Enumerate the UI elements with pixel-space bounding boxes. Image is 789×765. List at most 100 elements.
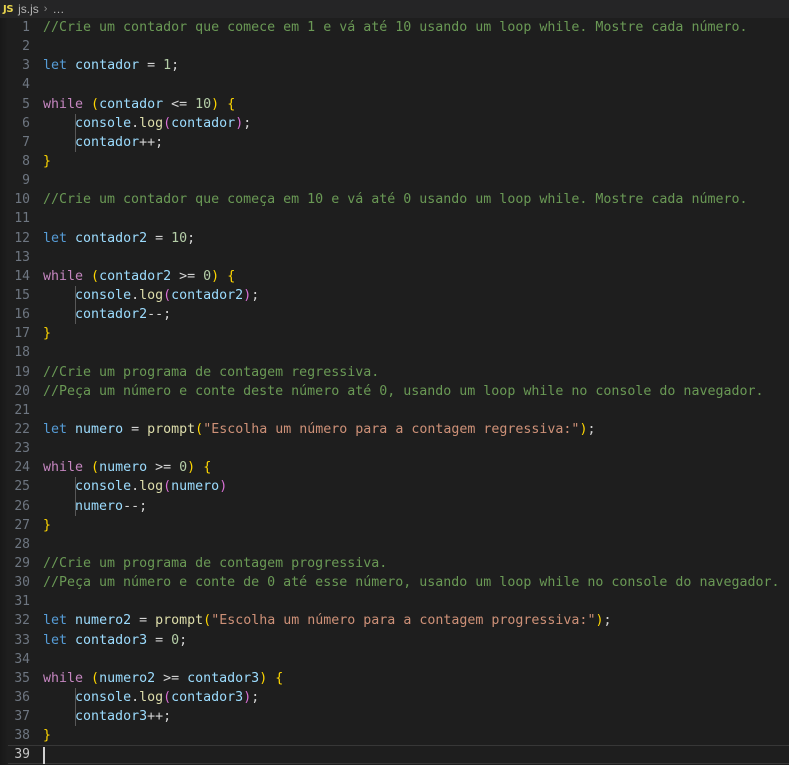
text-cursor bbox=[43, 747, 45, 765]
code-line[interactable]: 16 contador2--; bbox=[0, 305, 789, 325]
token-p1: ( bbox=[91, 96, 100, 112]
token-p1: } bbox=[43, 517, 52, 533]
token-num: 1 bbox=[163, 58, 172, 74]
code-line[interactable]: 7 contador++; bbox=[0, 132, 789, 152]
token-punc: ; bbox=[179, 632, 188, 648]
token-punc: = bbox=[131, 613, 156, 629]
code-line[interactable]: 23 bbox=[0, 439, 789, 458]
code-line[interactable]: 26 numero--; bbox=[0, 496, 789, 516]
line-number: 26 bbox=[14, 498, 30, 514]
code-line[interactable]: 39 bbox=[0, 745, 789, 765]
code-line[interactable]: 31 bbox=[0, 592, 789, 611]
code-line[interactable]: 1 //Crie um contador que comece em 1 e vá… bbox=[0, 18, 789, 37]
token-num: 0 bbox=[171, 632, 180, 648]
token-comment: //Crie um programa de contagem progressi… bbox=[43, 555, 388, 571]
breadcrumb-symbol-ellipsis[interactable]: … bbox=[52, 2, 65, 16]
token-punc bbox=[43, 116, 75, 131]
code-line[interactable]: 19 //Crie um programa de contagem regress… bbox=[0, 363, 789, 382]
code-lines-container[interactable]: 1 //Crie um contador que comece em 1 e vá… bbox=[0, 18, 789, 765]
code-line[interactable]: 30 //Peça um número e conte de 0 até esse… bbox=[0, 573, 789, 592]
code-line-content: } bbox=[43, 324, 51, 343]
code-line[interactable]: 18 bbox=[0, 343, 789, 362]
code-line[interactable]: 9 bbox=[0, 171, 789, 190]
code-line[interactable]: 4 bbox=[0, 75, 789, 94]
token-punc bbox=[219, 97, 227, 112]
token-num: 0 bbox=[179, 460, 188, 476]
code-line[interactable]: 20 //Peça um número e conte deste número … bbox=[0, 382, 789, 401]
code-line[interactable]: 27} bbox=[0, 516, 789, 535]
code-line-content: console.log(contador3); bbox=[43, 688, 259, 707]
code-line-content: let numero = prompt("Escolha um número p… bbox=[43, 420, 595, 439]
code-line[interactable]: 3 let contador = 1; bbox=[0, 56, 789, 75]
line-number: 32 bbox=[14, 613, 30, 629]
token-punc: . bbox=[131, 479, 140, 495]
code-line[interactable]: 38} bbox=[0, 726, 789, 745]
token-punc bbox=[67, 422, 75, 437]
token-punc: = bbox=[123, 421, 148, 437]
code-line[interactable]: 32 let numero2 = prompt("Escolha um númer… bbox=[0, 611, 789, 630]
line-number: 25 bbox=[14, 479, 30, 495]
code-line[interactable]: 12 let contador2 = 10; bbox=[0, 229, 789, 248]
token-var: contador bbox=[99, 96, 164, 112]
code-line[interactable]: 37 contador3++; bbox=[0, 707, 789, 727]
token-var: contador3 bbox=[75, 709, 148, 725]
token-var: numero2 bbox=[99, 670, 156, 686]
breadcrumb-file-name[interactable]: js.js bbox=[18, 2, 39, 16]
breadcrumb: JS js.js › … bbox=[0, 0, 789, 18]
code-line-content: let contador3 = 0; bbox=[43, 631, 187, 650]
line-number: 31 bbox=[14, 594, 30, 610]
token-punc bbox=[43, 709, 75, 724]
code-line[interactable]: 15 console.log(contador2); bbox=[0, 285, 789, 306]
token-str: "Escolha um número para a contagem progr… bbox=[211, 613, 596, 629]
code-line-content: while (contador2 >= 0) { bbox=[43, 267, 235, 286]
token-p1: { bbox=[227, 96, 236, 112]
token-comment: //Peça um número e conte deste número at… bbox=[43, 383, 764, 399]
code-line[interactable]: 25 console.log(numero) bbox=[0, 477, 789, 497]
token-p2: ( bbox=[163, 479, 172, 495]
code-line[interactable]: 11 bbox=[0, 209, 789, 228]
token-var: console bbox=[75, 287, 132, 303]
code-line[interactable]: 22 let numero = prompt("Escolha um número… bbox=[0, 420, 789, 439]
line-number: 14 bbox=[14, 268, 30, 284]
code-line[interactable]: 21 bbox=[0, 401, 789, 420]
token-var: contador bbox=[171, 115, 236, 131]
code-line[interactable]: 35 while (numero2 >= contador3) { bbox=[0, 669, 789, 688]
code-line[interactable]: 8} bbox=[0, 152, 789, 171]
token-punc bbox=[67, 58, 75, 73]
code-line[interactable]: 5 while (contador <= 10) { bbox=[0, 95, 789, 114]
code-line[interactable]: 17} bbox=[0, 324, 789, 343]
code-line[interactable]: 6 console.log(contador); bbox=[0, 113, 789, 133]
code-editor[interactable]: 1 //Crie um contador que comece em 1 e vá… bbox=[0, 18, 789, 765]
line-number: 30 bbox=[14, 575, 30, 591]
code-line[interactable]: 28 bbox=[0, 535, 789, 554]
line-number: 27 bbox=[14, 517, 30, 533]
token-keyword: while bbox=[43, 460, 84, 476]
token-punc: . bbox=[131, 689, 140, 705]
code-line[interactable]: 33 let contador3 = 0; bbox=[0, 631, 789, 650]
code-line-content: console.log(contador2); bbox=[43, 286, 259, 305]
code-line[interactable]: 29 //Crie um programa de contagem progres… bbox=[0, 554, 789, 573]
code-line[interactable]: 14 while (contador2 >= 0) { bbox=[0, 267, 789, 286]
code-line[interactable]: 2 bbox=[0, 37, 789, 56]
code-line[interactable]: 24 while (numero >= 0) { bbox=[0, 458, 789, 477]
code-line[interactable]: 34 bbox=[0, 650, 789, 669]
token-func: log bbox=[139, 115, 164, 131]
token-p2: ( bbox=[163, 689, 172, 705]
token-punc: . bbox=[131, 287, 140, 303]
token-var: console bbox=[75, 689, 132, 705]
code-line[interactable]: 13 bbox=[0, 248, 789, 267]
token-punc: ; bbox=[251, 689, 260, 705]
token-punc bbox=[43, 307, 75, 322]
token-punc: ; bbox=[251, 287, 260, 303]
code-line-content: contador++; bbox=[43, 133, 163, 152]
token-punc bbox=[67, 231, 75, 246]
code-line[interactable]: 10 //Crie um contador que começa em 10 e … bbox=[0, 190, 789, 209]
token-var: numero bbox=[99, 460, 148, 476]
token-punc bbox=[83, 460, 91, 475]
code-line[interactable]: 36 console.log(contador3); bbox=[0, 687, 789, 708]
token-keyword: while bbox=[43, 96, 84, 112]
token-punc: ++; bbox=[147, 709, 172, 725]
token-comment: //Crie um programa de contagem regressiv… bbox=[43, 364, 380, 380]
token-p1: ( bbox=[203, 613, 212, 629]
token-punc: . bbox=[131, 115, 140, 131]
